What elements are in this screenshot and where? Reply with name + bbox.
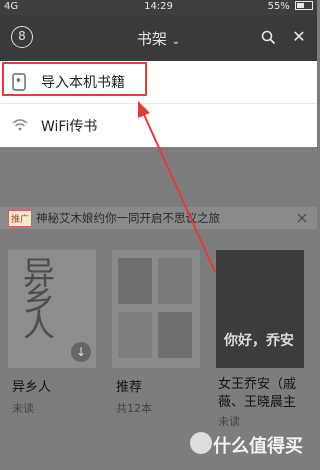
book-title[interactable]: 推荐 — [116, 376, 142, 395]
top-bar: 8 书架 ⌄ ✕ — [0, 15, 317, 61]
promo-banner[interactable]: 推广 神秘艾木娘约你一同开启不思议之旅 — [0, 207, 317, 229]
book-title[interactable]: 女王乔安（戚薇、王晓晨主 — [218, 376, 314, 412]
page-title-label: 书架 — [136, 30, 167, 48]
mini-cover — [118, 312, 152, 358]
menu-item-import-local-books[interactable]: 导入本机书籍 — [0, 61, 317, 101]
book-status: 未读 — [218, 415, 240, 428]
menu-divider — [0, 103, 317, 104]
mini-cover — [158, 258, 192, 304]
cover-calligraphy: 异乡人 — [18, 256, 56, 334]
menu-item-wifi-transfer[interactable]: WiFi传书 — [0, 105, 317, 145]
battery-percent: 55% — [267, 1, 290, 12]
search-icon[interactable] — [261, 30, 276, 45]
promo-text: 神秘艾木娘约你一同开启不思议之旅 — [36, 211, 220, 225]
cover-title-art: 你好，乔安 — [224, 333, 294, 349]
chevron-down-icon: ⌄ — [171, 36, 181, 47]
mini-cover — [118, 258, 152, 304]
close-icon[interactable] — [297, 213, 307, 223]
download-icon[interactable]: ↓ — [71, 342, 91, 362]
wifi-icon — [12, 119, 28, 131]
book-cover-stranger[interactable]: 异乡人 ↓ — [8, 250, 96, 368]
book-cover-recommend[interactable] — [112, 250, 200, 368]
watermark-text: 什么值得买 — [213, 436, 303, 457]
mini-cover — [158, 312, 192, 358]
highlight-box — [2, 62, 147, 96]
watermark-logo — [190, 432, 212, 454]
menu-item-label: WiFi传书 — [41, 119, 98, 135]
book-cover-queen-joan[interactable]: 你好，乔安 — [216, 250, 304, 368]
battery-icon — [295, 1, 313, 10]
book-status: 未读 — [12, 402, 34, 415]
battery-indicator: 55% — [268, 1, 313, 12]
status-bar: 4G 14:29 55% — [0, 0, 317, 15]
close-icon[interactable]: ✕ — [290, 28, 308, 46]
promo-tag: 推广 — [8, 210, 33, 227]
book-title[interactable]: 异乡人 — [12, 376, 51, 395]
dropdown-menu: 导入本机书籍 WiFi传书 — [0, 61, 317, 147]
book-status: 共12本 — [116, 402, 152, 415]
